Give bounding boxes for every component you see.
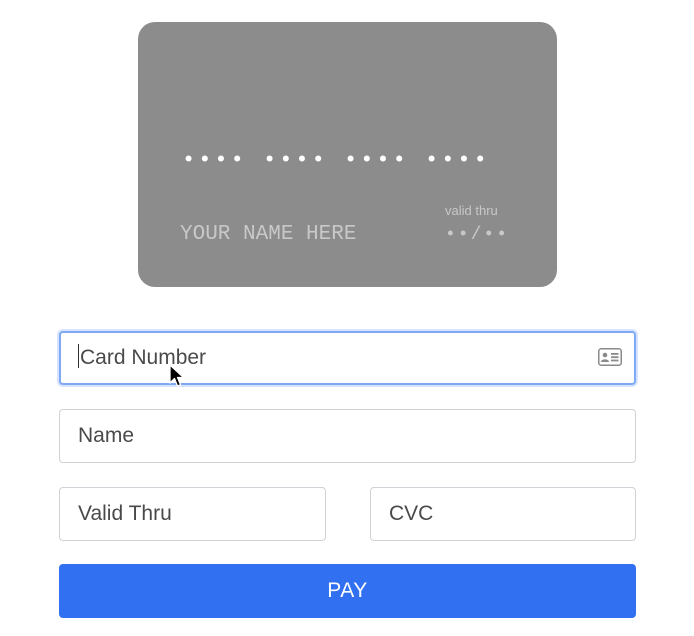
pay-button[interactable]: PAY [59, 564, 636, 618]
valid-thru-label: valid thru [445, 203, 498, 218]
name-input[interactable]: Name [59, 409, 636, 463]
cvc-input[interactable]: CVC [370, 487, 636, 541]
cardholder-name-display: YOUR NAME HERE [180, 223, 357, 246]
card-number-input[interactable]: Card Number [59, 331, 636, 385]
contact-card-icon [598, 348, 622, 366]
text-caret [78, 344, 79, 369]
card-number-placeholder: Card Number [80, 346, 207, 369]
name-placeholder: Name [78, 424, 135, 447]
expiry-display: ••/•• [445, 225, 510, 245]
cvc-placeholder: CVC [389, 502, 434, 525]
credit-card-preview: •••• •••• •••• •••• valid thru YOUR NAME… [138, 22, 557, 287]
card-number-display: •••• •••• •••• •••• [182, 148, 490, 173]
valid-thru-input[interactable]: Valid Thru [59, 487, 326, 541]
valid-thru-placeholder: Valid Thru [78, 502, 172, 525]
